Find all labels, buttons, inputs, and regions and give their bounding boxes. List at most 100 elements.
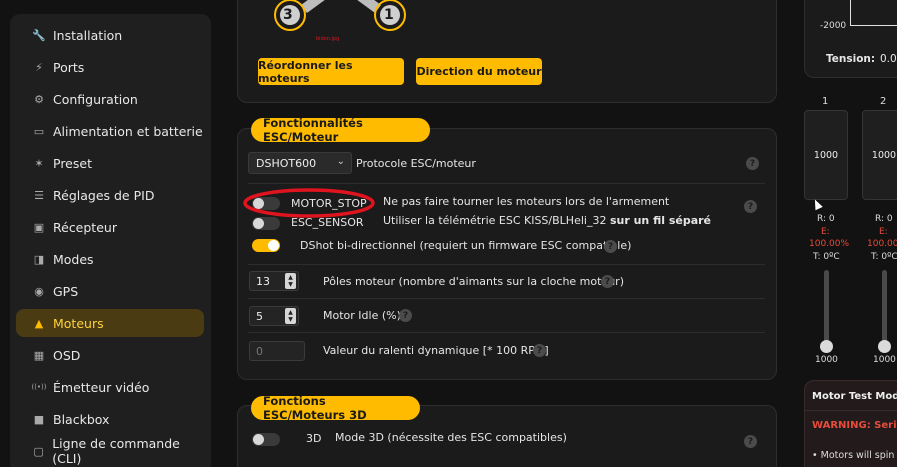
sidebar-item-moteurs[interactable]: ▲ Moteurs — [16, 309, 204, 337]
motor-error-pct: 100.00% — [867, 239, 897, 249]
motor-poles-label: Pôles moteur (nombre d'aimants sur la cl… — [323, 275, 624, 288]
esc-sensor-desc-bold: sur un fil séparé — [609, 214, 712, 227]
receiver-icon: ▣ — [33, 220, 45, 234]
motor-order-panel: 3 1 bidon.jpg Réordonner les moteurs Dir… — [237, 0, 777, 103]
esc-protocol-value: DSHOT600 — [256, 156, 317, 170]
sidebar-item-label: Installation — [53, 27, 123, 43]
divider — [248, 332, 765, 333]
divider — [248, 298, 765, 299]
sidebar-item-blackbox[interactable]: ■ Blackbox — [16, 405, 204, 433]
dshot-bidir-label: DShot bi-directionnel (requiert un firmw… — [300, 239, 632, 252]
motor-poles-input[interactable]: 13 ▲ ▼ — [249, 271, 299, 291]
sidebar-item-label: Récepteur — [53, 219, 117, 235]
motor-error-label: E: — [821, 227, 830, 237]
tension-label: Tension: — [826, 53, 876, 65]
terminal-icon: ▢ — [33, 444, 44, 458]
esc-sensor-description: Utiliser la télémétrie ESC KISS/BLHeli_3… — [383, 214, 711, 227]
help-icon[interactable]: ? — [533, 344, 546, 357]
sidebar-item-label: Preset — [53, 155, 92, 171]
motor-slider-knob[interactable] — [820, 340, 833, 353]
osd-icon: ▦ — [33, 348, 45, 362]
graph-axis-baseline — [850, 25, 897, 26]
sidebar-item-r-cepteur[interactable]: ▣ Récepteur — [16, 213, 204, 241]
motor-slider-track[interactable] — [824, 270, 829, 345]
divider — [804, 410, 897, 411]
motor-value-slot: 1000 — [862, 110, 897, 200]
esc-sensor-name: ESC_SENSOR — [291, 216, 364, 229]
plug-icon: ⚡ — [35, 60, 43, 74]
wrench-icon: 🔧 — [32, 28, 46, 42]
motor-1-label: 1 — [384, 7, 394, 23]
satellite-icon: ◉ — [34, 284, 44, 298]
spinner-arrows-icon[interactable]: ▲ ▼ — [285, 273, 296, 289]
mode-3d-name: 3D — [306, 432, 322, 445]
dynamic-idle-input[interactable]: 0 — [249, 341, 305, 361]
motor-direction-button[interactable]: Direction du moteur — [416, 58, 542, 85]
sidebar-item-r-glages-de-pid[interactable]: ☰ Réglages de PID — [16, 181, 204, 209]
mode-3d-description: Mode 3D (nécessite des ESC compatibles) — [335, 431, 567, 444]
sidebar-item-gps[interactable]: ◉ GPS — [16, 277, 204, 305]
reorder-motors-button[interactable]: Réordonner les moteurs — [258, 58, 404, 85]
motor-slider-track[interactable] — [882, 270, 887, 345]
motor-test-bullet: • Motors will spin — [812, 450, 895, 461]
help-icon[interactable]: ? — [601, 275, 614, 288]
help-icon[interactable]: ? — [399, 309, 412, 322]
graph-axis-value: -2000 — [820, 21, 847, 31]
spinner-arrows-icon[interactable]: ▲ ▼ — [285, 308, 296, 324]
motor-idle-value: 5 — [256, 309, 263, 323]
sidebar-item-ligne-de-commande-cli[interactable]: ▢ Ligne de commande (CLI) — [16, 436, 204, 466]
sidebar-item-label: Blackbox — [53, 411, 110, 427]
help-icon[interactable]: ? — [604, 240, 617, 253]
motor-test-warning: WARNING: Serio — [812, 420, 897, 431]
motor-3-label: 3 — [283, 7, 293, 23]
diagram-caption: bidon.jpg — [316, 36, 340, 42]
motor-idle-input[interactable]: 5 ▲ ▼ — [249, 306, 299, 326]
sidebar-item-label: Ports — [53, 59, 85, 75]
esc-3d-title: Fonctions ESC/Moteurs 3D — [251, 394, 420, 422]
tension-value: 0.0 — [880, 53, 897, 65]
help-icon[interactable]: ? — [744, 200, 757, 213]
dshot-bidir-toggle[interactable] — [252, 239, 280, 252]
motor-temp: T: 0ºC — [813, 252, 840, 262]
sidebar-item-label: Ligne de commande (CLI) — [52, 436, 180, 466]
motor-error-pct: 100.00% — [809, 239, 850, 249]
sidebar-item-installation[interactable]: 🔧 Installation — [16, 21, 204, 49]
esc-features-title: Fonctionnalités ESC/Moteur — [251, 116, 430, 144]
sliders-icon: ☰ — [34, 188, 44, 202]
dynamic-idle-label: Valeur du ralenti dynamique [* 100 RPM] — [323, 344, 549, 357]
motor-number: 1 — [822, 96, 829, 107]
blackbox-icon: ■ — [33, 412, 45, 426]
motor-slider-value: 1000 — [873, 355, 896, 365]
gear-icon: ⚙ — [34, 92, 44, 106]
chevron-down-icon: ⌄ — [336, 156, 345, 167]
highlight-ellipse — [243, 188, 375, 218]
mode-3d-toggle[interactable] — [252, 433, 280, 446]
dynamic-idle-value: 0 — [256, 344, 263, 358]
sidebar-item-label: Alimentation et batterie — [53, 123, 203, 139]
antenna-icon: ((•)) — [31, 383, 47, 391]
motor-idle-label: Motor Idle (%) — [323, 309, 401, 322]
motor-slider-knob[interactable] — [878, 340, 891, 353]
motor-temp: T: 0ºC — [871, 252, 897, 262]
divider — [248, 183, 765, 184]
sidebar-item-alimentation-et-batterie[interactable]: ▭ Alimentation et batterie — [16, 117, 204, 145]
sidebar-item-ports[interactable]: ⚡ Ports — [16, 53, 204, 81]
sidebar-item-label: Réglages de PID — [53, 187, 155, 203]
sidebar-item-label: Modes — [53, 251, 94, 267]
divider — [248, 264, 765, 265]
sidebar-item-modes[interactable]: ◨ Modes — [16, 245, 204, 273]
esc-sensor-toggle[interactable] — [252, 217, 280, 230]
sidebar-item-configuration[interactable]: ⚙ Configuration — [16, 85, 204, 113]
esc-protocol-label: Protocole ESC/moteur — [356, 157, 476, 170]
sidebar: 🔧 Installation ⚡ Ports ⚙ Configuration ▭ Alimen… — [10, 14, 211, 467]
help-icon[interactable]: ? — [744, 435, 757, 448]
sidebar-item-preset[interactable]: ✶ Preset — [16, 149, 204, 177]
sidebar-item-osd[interactable]: ▦ OSD — [16, 341, 204, 369]
esc-protocol-select[interactable]: DSHOT600 ⌄ — [248, 152, 352, 174]
motor-number: 2 — [880, 96, 887, 107]
sidebar-item-label: Configuration — [53, 91, 138, 107]
motor-stop-description: Ne pas faire tourner les moteurs lors de… — [383, 195, 670, 208]
modes-icon: ◨ — [33, 252, 45, 266]
sidebar-item-metteur-vid-o[interactable]: ((•)) Émetteur vidéo — [16, 373, 204, 401]
help-icon[interactable]: ? — [746, 157, 759, 170]
